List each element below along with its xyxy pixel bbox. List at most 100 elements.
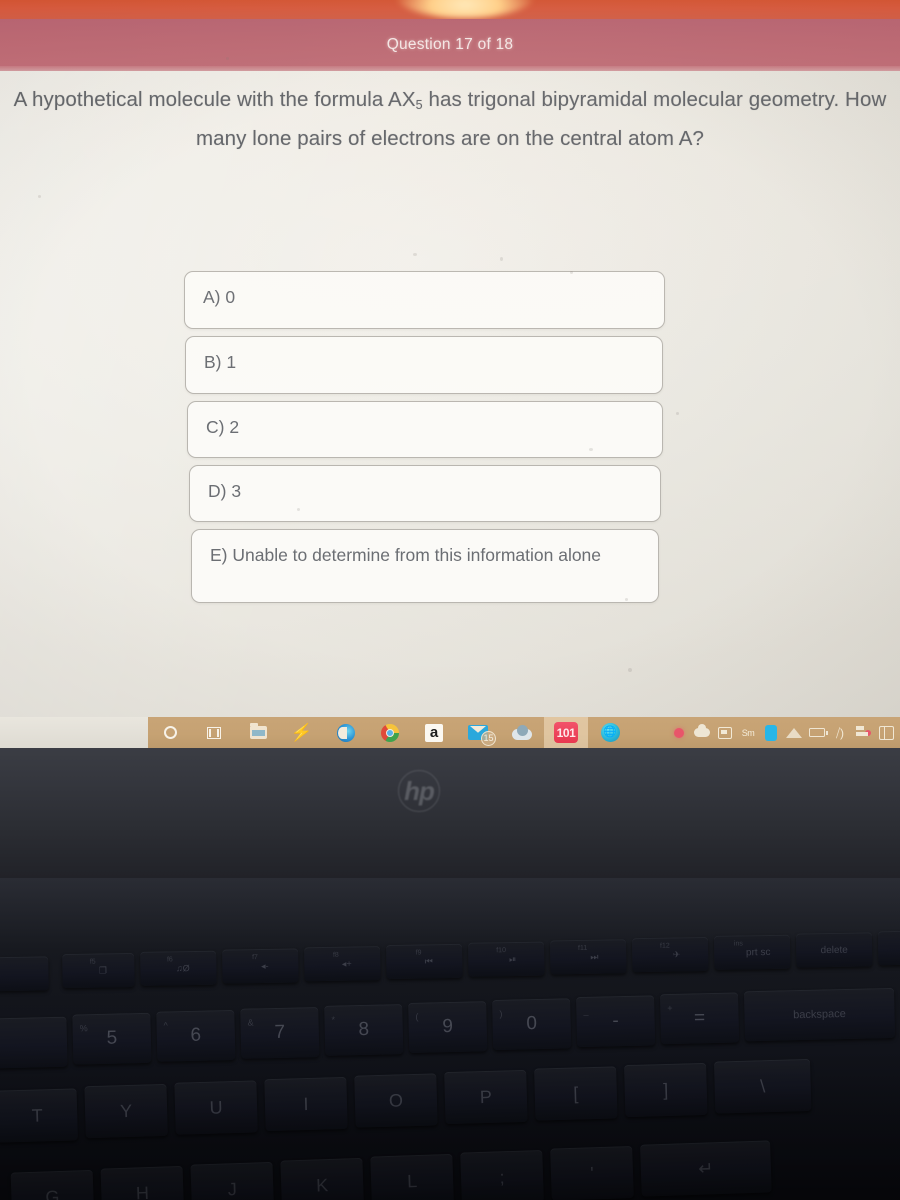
key-f10[interactable]: f10 ⏯ (468, 941, 545, 977)
key-backspace[interactable]: backspace (743, 987, 896, 1042)
globe-icon[interactable]: 🌐 (588, 717, 632, 748)
key-l[interactable]: L (370, 1153, 454, 1200)
battery-icon[interactable] (807, 717, 828, 748)
key-0[interactable]: ) 0 (492, 998, 572, 1051)
key-u[interactable]: U (174, 1080, 258, 1135)
tray-label-text: Sm (741, 727, 755, 738)
bluetooth-icon[interactable] (761, 717, 781, 748)
cloud-app-glyph (512, 724, 532, 741)
key-t[interactable]: T (0, 1088, 78, 1143)
lightning-bolt-icon[interactable]: ⚡ (280, 717, 324, 748)
key-l-label: L (406, 1170, 418, 1191)
key-f11-sup: f11 (577, 944, 588, 952)
mail-icon[interactable]: 15 (456, 717, 500, 748)
red-dot-glyph (674, 727, 684, 738)
cloud-icon[interactable] (692, 717, 712, 748)
key-p[interactable]: P (444, 1069, 528, 1125)
battery-glyph (809, 728, 828, 737)
key-f10-label: ⏯ (508, 953, 517, 964)
key-f7[interactable]: f7 ◂- (222, 948, 299, 984)
key-minus[interactable]: _ - (576, 995, 656, 1048)
hp-logo: hp (398, 770, 440, 812)
key-print-screen[interactable]: ins prt sc (713, 934, 791, 970)
dust-speck (38, 195, 41, 198)
key-j[interactable]: J (190, 1161, 275, 1200)
key-i-label: I (303, 1093, 309, 1114)
key-enter[interactable]: ↵ (640, 1140, 772, 1197)
chrome-glyph (381, 723, 399, 742)
key-k[interactable]: K (280, 1157, 365, 1200)
wifi-icon[interactable] (784, 717, 804, 748)
key-print-screen-sup: ins (733, 940, 743, 948)
key-y[interactable]: Y (84, 1083, 168, 1139)
task-view-glyph (207, 726, 221, 739)
key-f12-label: ✈ (672, 948, 681, 960)
amazon-icon[interactable]: a (412, 717, 456, 748)
key-i[interactable]: I (264, 1076, 348, 1132)
notification-icon[interactable] (853, 717, 873, 748)
key-enter-label: ↵ (697, 1157, 714, 1179)
key-minus-label: - (612, 1010, 619, 1032)
key-7[interactable]: & 7 (240, 1006, 320, 1059)
key-h[interactable]: H (100, 1165, 185, 1200)
key-f9[interactable]: f9 ⏮ (386, 943, 463, 980)
key-8[interactable]: * 8 (324, 1004, 404, 1056)
answer-option-a[interactable]: A) 0 (184, 271, 665, 329)
red-dot-icon[interactable] (669, 717, 689, 748)
answer-option-c[interactable]: C) 2 (187, 401, 663, 458)
cloud-app-icon[interactable] (500, 717, 544, 748)
key-backslash[interactable]: \ (713, 1058, 812, 1114)
file-explorer-icon[interactable] (236, 717, 280, 748)
answer-option-e[interactable]: E) Unable to determine from this informa… (191, 529, 659, 603)
key-bracket-right[interactable]: ] (624, 1062, 708, 1118)
edge-browser-icon[interactable] (324, 717, 368, 748)
key-equals-label: = (693, 1007, 706, 1029)
onedrive-glyph (718, 726, 732, 739)
key-0-sup: ) (499, 1008, 503, 1019)
onedrive-icon[interactable] (715, 717, 735, 748)
search-circle-icon[interactable] (148, 717, 192, 748)
key-f11[interactable]: f11 ⏭ (550, 939, 627, 975)
key-g-label: G (45, 1186, 60, 1200)
key-9[interactable]: ( 9 (408, 1001, 488, 1053)
key-backspace-label: backspace (793, 1008, 846, 1022)
key-4[interactable] (0, 1016, 68, 1069)
key-f8[interactable]: f8 ◂+ (304, 946, 381, 982)
key-f9-sup: f9 (415, 949, 422, 957)
notification-glyph (856, 726, 871, 739)
laptop-screen-photo: Question 17 of 18 A hypothetical molecul… (0, 0, 900, 1200)
answer-option-e-label: E) Unable to determine from this informa… (210, 545, 602, 565)
key-f5[interactable]: f5 ❐ (62, 952, 135, 989)
key-f8-sup: f8 (332, 951, 339, 959)
key-equals[interactable]: + = (660, 992, 740, 1045)
key-f4[interactable] (0, 956, 49, 992)
key-f12[interactable]: f12 ✈ (631, 936, 709, 973)
desktop-background-strip (0, 0, 900, 19)
key-6[interactable]: ^ 6 (156, 1009, 236, 1062)
key-f6[interactable]: f6 ♫Ø (140, 950, 217, 986)
answer-option-b[interactable]: B) 1 (185, 336, 663, 394)
key-equals-sup: + (667, 1002, 673, 1014)
key-0-label: 0 (526, 1013, 538, 1035)
key-home[interactable]: ho (877, 930, 900, 966)
mail-unread-badge: 15 (481, 731, 496, 746)
key-f6-label: ♫Ø (175, 963, 190, 974)
app-101-icon[interactable]: 101 (544, 717, 588, 748)
key-bracket-left[interactable]: [ (534, 1066, 618, 1121)
key-quote[interactable]: ' (550, 1145, 634, 1200)
tray-label-icon[interactable]: Sm (738, 717, 758, 748)
key-y-label: Y (119, 1100, 133, 1121)
key-semicolon[interactable]: ; (460, 1149, 544, 1200)
action-center-icon[interactable] (876, 717, 896, 748)
volume-icon[interactable]: ⧸) (830, 717, 850, 748)
chrome-browser-icon[interactable] (368, 717, 412, 748)
key-delete[interactable]: delete (795, 932, 873, 968)
key-g[interactable]: G (10, 1169, 95, 1200)
answer-option-a-label: A) 0 (203, 287, 236, 307)
task-view-icon[interactable] (192, 717, 236, 748)
answer-option-d[interactable]: D) 3 (189, 465, 661, 522)
key-5[interactable]: % 5 (72, 1012, 152, 1065)
key-f7-sup: f7 (252, 954, 258, 962)
question-line-1-before: A hypothetical molecule with the formula… (13, 88, 416, 111)
key-o[interactable]: O (354, 1073, 438, 1128)
